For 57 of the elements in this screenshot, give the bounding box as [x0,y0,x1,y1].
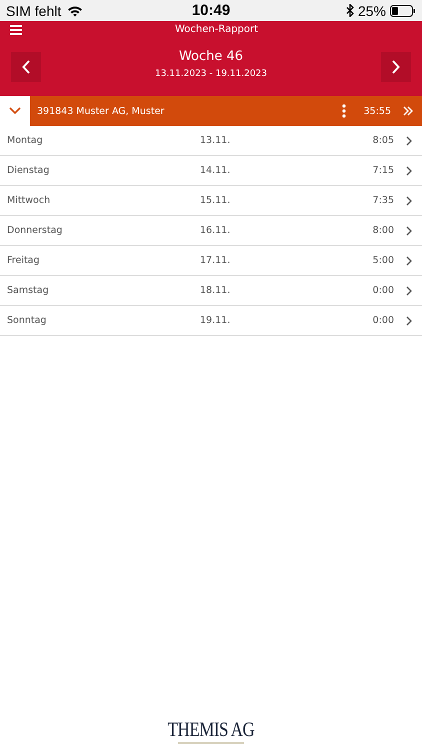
battery-icon [390,4,416,16]
day-date: 13.11. [200,135,232,146]
next-week-button[interactable] [381,52,411,82]
total-hours: 35:55 [364,106,391,116]
day-name: Dienstag [7,165,50,176]
chevron-down-icon [9,107,21,115]
chevron-right-icon [406,166,412,176]
week-title: Woche 46 [178,49,244,64]
wifi-icon [67,4,84,16]
carrier-name: SIM fehlt [6,2,62,18]
chevron-right-icon [406,136,412,146]
day-date: 16.11. [200,225,232,236]
chevron-left-icon [22,60,30,74]
menu-button[interactable] [10,24,22,34]
project-name: 391843 Muster AG, Muster [37,106,166,116]
project-bar[interactable]: 391843 Muster AG, Muster 35:55 [30,96,422,126]
day-name: Freitag [7,255,41,266]
day-name: Donnerstag [7,225,64,236]
day-name: Sonntag [7,315,48,326]
company-logo: THEMIS AG [168,720,254,744]
day-row[interactable]: Sonntag 19.11. 0:00 [0,306,422,336]
day-name: Montag [7,135,44,146]
day-hours: 7:15 [372,165,394,176]
day-hours: 7:35 [372,195,394,206]
day-row[interactable]: Freitag 17.11. 5:00 [0,246,422,276]
chevron-right-icon [406,196,412,206]
date-range: 13.11.2023 - 19.11.2023 [154,69,268,79]
clock-time: 10:49 [192,2,230,19]
day-name: Mittwoch [7,195,52,206]
screen-title: Wochen-Rapport [175,24,258,35]
day-name: Samstag [7,285,50,296]
day-hours: 8:05 [372,135,394,146]
day-date: 18.11. [200,285,232,296]
day-hours: 8:00 [372,225,394,236]
day-row[interactable]: Dienstag 14.11. 7:15 [0,156,422,186]
double-chevron-icon[interactable] [403,106,413,116]
more-vertical-icon[interactable] [342,104,346,118]
chevron-right-icon [406,286,412,296]
day-hours: 5:00 [372,255,394,266]
day-row[interactable]: Donnerstag 16.11. 8:00 [0,216,422,246]
day-hours: 0:00 [372,315,394,326]
menu-icon [10,24,22,34]
day-date: 17.11. [200,255,232,266]
day-row[interactable]: Mittwoch 15.11. 7:35 [0,186,422,216]
chevron-right-icon [406,316,412,326]
chevron-right-icon [406,226,412,236]
day-date: 15.11. [200,195,232,206]
day-date: 14.11. [200,165,232,176]
day-row[interactable]: Samstag 18.11. 0:00 [0,276,422,306]
day-hours: 0:00 [372,285,394,296]
chevron-right-icon [406,256,412,266]
day-row[interactable]: Montag 13.11. 8:05 [0,126,422,156]
battery-percentage: 25% [358,2,386,18]
chevron-right-icon [392,60,400,74]
bluetooth-icon [346,4,354,17]
day-date: 19.11. [200,315,232,326]
previous-week-button[interactable] [11,52,41,82]
